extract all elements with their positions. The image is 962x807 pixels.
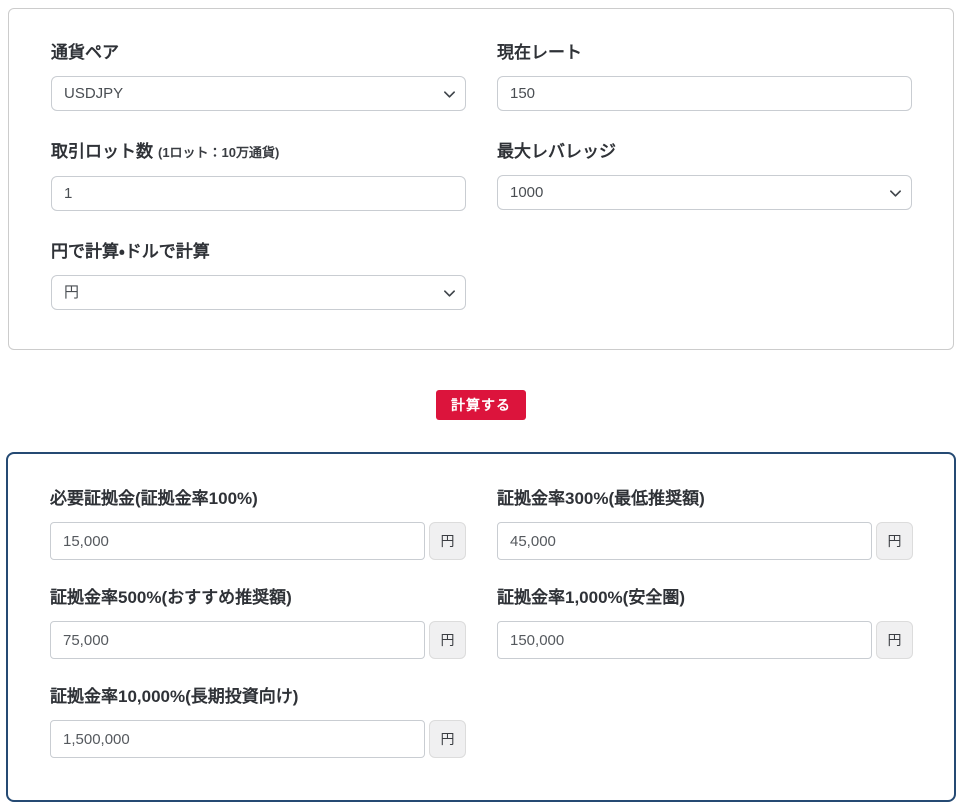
- calculate-button[interactable]: 計算する: [436, 390, 526, 420]
- calc-currency-label: 円で計算・ドルで計算: [51, 241, 466, 262]
- margin-1000-row: 円: [497, 621, 913, 659]
- currency-pair-label: 通貨ペア: [51, 42, 466, 63]
- margin-500-row: 円: [50, 621, 466, 659]
- margin-1000-unit-addon: 円: [876, 621, 913, 659]
- margin-300-row: 円: [497, 522, 913, 560]
- result-margin-500: 証拠金率500%(おすすめ推奨額) 円: [50, 587, 466, 659]
- results-grid: 必要証拠金(証拠金率100%) 円 証拠金率300%(最低推奨額) 円 証拠金率…: [50, 488, 913, 758]
- lot-size-label-note: (1ロット：10万通貨): [158, 145, 279, 160]
- margin-100-input[interactable]: [50, 522, 425, 560]
- calc-currency-select-wrap: 円: [51, 275, 466, 310]
- field-current-rate: 現在レート: [497, 42, 912, 111]
- field-lot-size: 取引ロット数 (1ロット：10万通貨): [51, 141, 466, 211]
- margin-100-label: 必要証拠金(証拠金率100%): [50, 488, 466, 509]
- max-leverage-label: 最大レバレッジ: [497, 141, 912, 162]
- result-margin-1000: 証拠金率1,000%(安全圏) 円: [497, 587, 913, 659]
- result-margin-300: 証拠金率300%(最低推奨額) 円: [497, 488, 913, 560]
- margin-300-unit-addon: 円: [876, 522, 913, 560]
- lot-size-label: 取引ロット数 (1ロット：10万通貨): [51, 141, 466, 163]
- lot-size-label-main: 取引ロット数: [51, 142, 153, 161]
- margin-500-label: 証拠金率500%(おすすめ推奨額): [50, 587, 466, 608]
- margin-results-card: 必要証拠金(証拠金率100%) 円 証拠金率300%(最低推奨額) 円 証拠金率…: [6, 452, 956, 802]
- margin-10000-row: 円: [50, 720, 466, 758]
- max-leverage-select[interactable]: 1000: [497, 175, 912, 210]
- calc-currency-select[interactable]: 円: [51, 275, 466, 310]
- margin-1000-input[interactable]: [497, 621, 872, 659]
- margin-100-row: 円: [50, 522, 466, 560]
- max-leverage-select-wrap: 1000: [497, 175, 912, 210]
- lot-size-input[interactable]: [51, 176, 466, 211]
- field-calc-currency: 円で計算・ドルで計算 円: [51, 241, 466, 310]
- margin-10000-label: 証拠金率10,000%(長期投資向け): [50, 686, 466, 707]
- result-margin-10000: 証拠金率10,000%(長期投資向け) 円: [50, 686, 466, 758]
- result-margin-100: 必要証拠金(証拠金率100%) 円: [50, 488, 466, 560]
- margin-500-unit-addon: 円: [429, 621, 466, 659]
- currency-pair-select[interactable]: USDJPY: [51, 76, 466, 111]
- calculate-button-row: 計算する: [0, 390, 962, 420]
- margin-300-label: 証拠金率300%(最低推奨額): [497, 488, 913, 509]
- margin-300-input[interactable]: [497, 522, 872, 560]
- field-max-leverage: 最大レバレッジ 1000: [497, 141, 912, 211]
- margin-calculator-form-card: 通貨ペア USDJPY 現在レート 取引ロット数 (1ロット：10万通貨) 最大レ…: [8, 8, 954, 350]
- margin-100-unit-addon: 円: [429, 522, 466, 560]
- form-grid: 通貨ペア USDJPY 現在レート 取引ロット数 (1ロット：10万通貨) 最大レ…: [51, 42, 912, 310]
- margin-10000-unit-addon: 円: [429, 720, 466, 758]
- margin-10000-input[interactable]: [50, 720, 425, 758]
- current-rate-label: 現在レート: [497, 42, 912, 63]
- current-rate-input[interactable]: [497, 76, 912, 111]
- currency-pair-select-wrap: USDJPY: [51, 76, 466, 111]
- margin-1000-label: 証拠金率1,000%(安全圏): [497, 587, 913, 608]
- field-currency-pair: 通貨ペア USDJPY: [51, 42, 466, 111]
- margin-500-input[interactable]: [50, 621, 425, 659]
